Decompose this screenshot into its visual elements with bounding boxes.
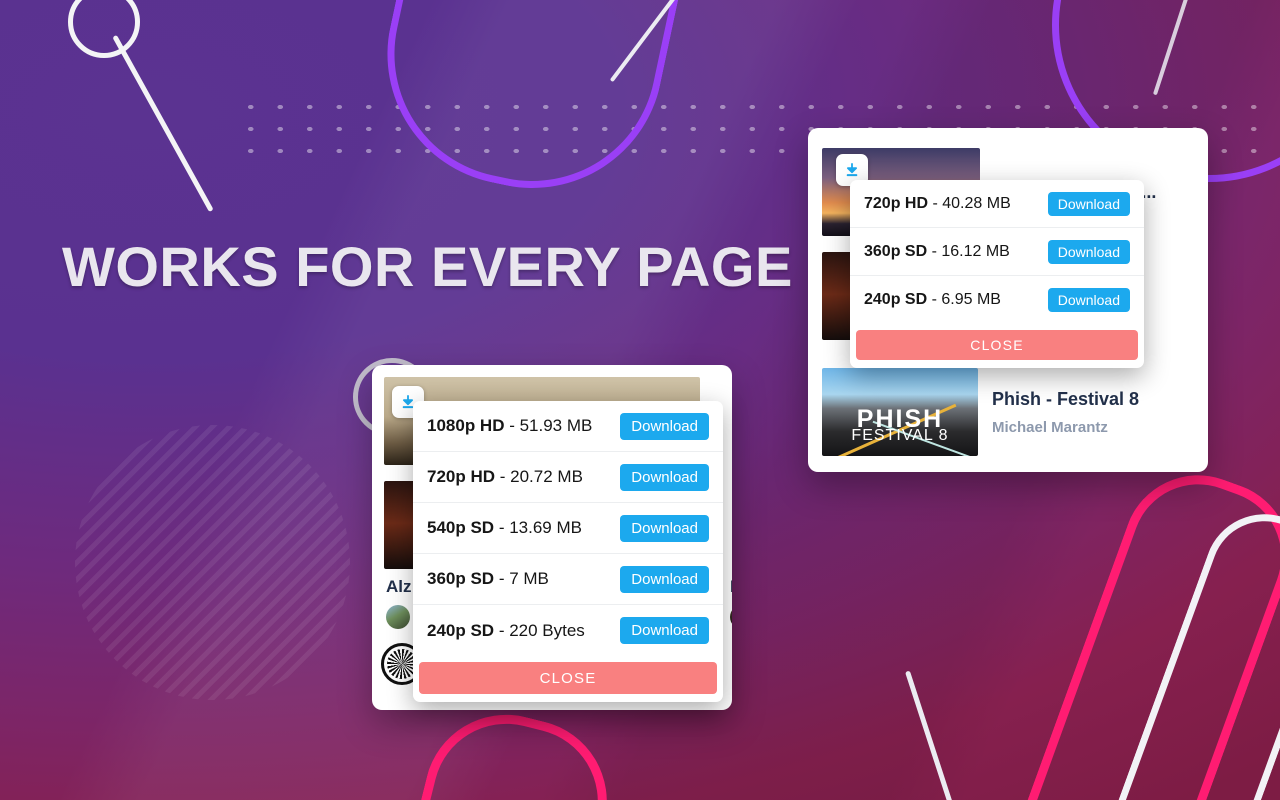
quality-row: 360p SD - 16.12 MB Download bbox=[850, 228, 1144, 276]
striped-circle-decoration bbox=[75, 425, 350, 700]
quality-row: 240p SD - 220 Bytes Download bbox=[413, 605, 723, 656]
download-button[interactable]: Download bbox=[1047, 191, 1130, 216]
close-button[interactable]: CLOSE bbox=[856, 330, 1138, 360]
video-title: P& bbox=[730, 577, 732, 597]
quality-filesize: - 51.93 MB bbox=[504, 416, 593, 435]
download-button[interactable]: Download bbox=[620, 617, 709, 644]
quality-name: 720p HD bbox=[427, 467, 496, 486]
thumbnail-subtitle-text: FESTIVAL 8 bbox=[851, 426, 949, 444]
quality-label: 540p SD - 13.69 MB bbox=[427, 518, 582, 538]
quality-row: 720p HD - 20.72 MB Download bbox=[413, 452, 723, 503]
download-button[interactable]: Download bbox=[1047, 288, 1130, 312]
video-author: Michael Marantz bbox=[992, 418, 1108, 436]
quality-row: 540p SD - 13.69 MB Download bbox=[413, 503, 723, 554]
quality-row: 360p SD - 7 MB Download bbox=[413, 554, 723, 605]
download-button[interactable]: Download bbox=[620, 514, 709, 542]
quality-label: 360p SD - 16.12 MB bbox=[864, 243, 1010, 261]
page-title: WORKS FOR EVERY PAGE bbox=[62, 235, 793, 298]
list-item[interactable]: PHISH FESTIVAL 8 Phish - Festival 8 Mich… bbox=[808, 366, 1208, 458]
list-item[interactable]: P& bbox=[730, 577, 732, 629]
close-button[interactable]: CLOSE bbox=[419, 662, 717, 694]
quality-filesize: - 13.69 MB bbox=[494, 518, 582, 537]
quality-row-list: 1080p HD - 51.93 MB Download 720p HD - 20.… bbox=[413, 401, 723, 656]
quality-name: 240p SD bbox=[864, 291, 928, 308]
quality-popup: 720p HD - 40.28 MB Download 360p SD - 16.1… bbox=[850, 180, 1144, 368]
download-button[interactable]: Download bbox=[620, 412, 709, 440]
quality-filesize: - 6.95 MB bbox=[927, 291, 1001, 308]
quality-name: 720p HD bbox=[864, 194, 929, 212]
download-arrow-icon bbox=[843, 161, 861, 179]
quality-label: 240p SD - 6.95 MB bbox=[864, 291, 1001, 309]
quality-label: 360p SD - 7 MB bbox=[427, 569, 549, 589]
quality-filesize: - 7 MB bbox=[494, 569, 549, 588]
quality-popup: 1080p HD - 51.93 MB Download 720p HD - 20.… bbox=[413, 401, 723, 702]
avatar bbox=[386, 605, 410, 629]
quality-label: 720p HD - 20.72 MB bbox=[427, 467, 583, 487]
quality-label: 240p SD - 220 Bytes bbox=[427, 621, 585, 641]
download-button[interactable]: Download bbox=[1047, 239, 1130, 264]
quality-filesize: - 220 Bytes bbox=[494, 620, 585, 640]
quality-filesize: - 16.12 MB bbox=[927, 242, 1010, 260]
quality-label: 1080p HD - 51.93 MB bbox=[427, 416, 592, 436]
quality-row: 240p SD - 6.95 MB Download bbox=[850, 276, 1144, 324]
video-title: Phish - Festival 8 bbox=[992, 388, 1140, 409]
quality-name: 360p SD bbox=[864, 242, 928, 260]
quality-name: 540p SD bbox=[427, 518, 495, 537]
quality-filesize: - 20.72 MB bbox=[495, 467, 583, 486]
video-thumbnail: PHISH FESTIVAL 8 bbox=[822, 368, 978, 456]
download-button[interactable]: Download bbox=[620, 463, 709, 491]
quality-filesize: - 40.28 MB bbox=[928, 194, 1011, 212]
quality-name: 360p SD bbox=[427, 569, 495, 588]
avatar bbox=[730, 605, 732, 629]
promo-banner: WORKS FOR EVERY PAGE Alz P& bbox=[0, 0, 1280, 800]
quality-name: 240p SD bbox=[427, 620, 495, 640]
quality-row: 720p HD - 40.28 MB Download bbox=[850, 180, 1144, 228]
download-button[interactable]: Download bbox=[620, 565, 709, 593]
quality-label: 720p HD - 40.28 MB bbox=[864, 195, 1011, 213]
quality-row: 1080p HD - 51.93 MB Download bbox=[413, 401, 723, 452]
quality-row-list: 720p HD - 40.28 MB Download 360p SD - 16.1… bbox=[850, 180, 1144, 324]
quality-name: 1080p HD bbox=[427, 416, 505, 435]
